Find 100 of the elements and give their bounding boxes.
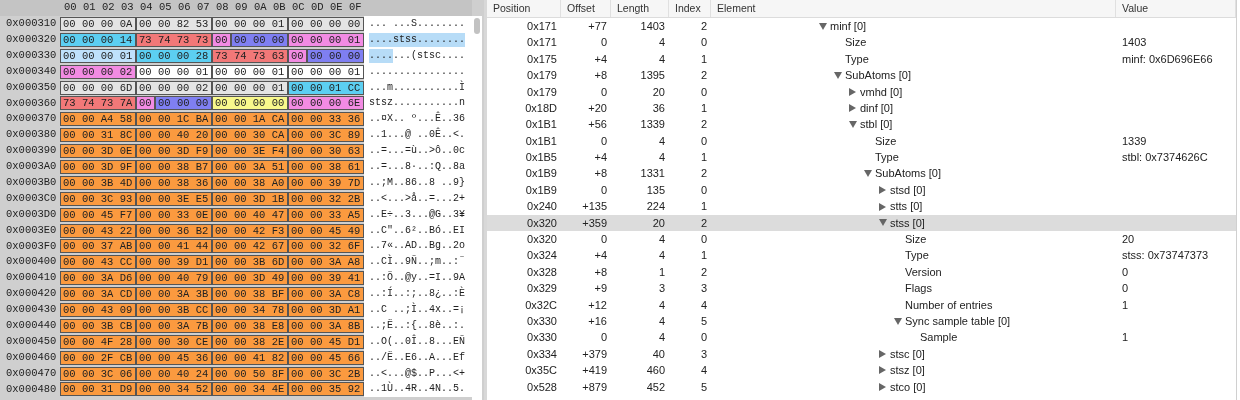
length-cell-text: 4: [658, 314, 665, 329]
offset-cell-text: +9: [594, 281, 607, 297]
index-cell-text: 2: [700, 166, 707, 182]
collapsed-triangle-icon[interactable]: [879, 366, 886, 375]
index-cell-text: 0: [700, 133, 707, 149]
column-header[interactable]: Value: [1122, 0, 1149, 17]
row-address: 0x000310: [5, 16, 58, 32]
scrollbar[interactable]: [472, 16, 482, 400]
table-row[interactable]: 0x1B1 0 4 0 Size 1339: [487, 132, 1236, 150]
column-header[interactable]: Offset: [567, 0, 595, 17]
ascii-text: ..:Í..:;..8¿..:È: [369, 287, 465, 302]
table-row[interactable]: 0x1B5 +4 4 1 Type stbl: 0x7374626C: [487, 149, 1236, 166]
offset-cell-text: +4: [594, 150, 607, 166]
position-cell-text: 0x32C: [525, 297, 557, 313]
table-row[interactable]: 0x334 +379 40 3 stsc [0]: [487, 345, 1236, 363]
table-row[interactable]: 0x179 0 20 0 vmhd [0]: [487, 83, 1236, 100]
hex-bytes: 00 00 A4 58: [60, 112, 136, 127]
hex-bytes: 00 00 38 A0: [212, 175, 288, 190]
expanded-triangle-icon[interactable]: [819, 22, 827, 30]
offset-cell-text: 0: [600, 84, 607, 100]
table-row[interactable]: 0x330 +16 4 5 Sync sample table [0]: [487, 313, 1236, 330]
column-header[interactable]: Length: [617, 0, 650, 17]
position-cell-text: 0x171: [527, 18, 557, 34]
length-cell-text: 4: [658, 133, 665, 149]
column-header: 06: [178, 0, 192, 16]
collapsed-triangle-icon[interactable]: [879, 350, 886, 358]
expanded-triangle-icon[interactable]: [834, 71, 842, 79]
position-cell-text: 0x328: [527, 264, 557, 280]
offset-cell-text: +359: [582, 215, 607, 231]
index-cell-text: 2: [700, 264, 707, 280]
table-row[interactable]: 0x179 +8 1395 2 SubAtoms [0]: [487, 67, 1236, 84]
hex-bytes: 00 00 3D 9F: [60, 159, 136, 174]
hex-bytes: 00 00 3E F4: [212, 144, 288, 159]
column-header[interactable]: Element: [717, 0, 756, 17]
column-header: 03: [121, 0, 135, 16]
hex-bytes: 00 00 43 22: [60, 223, 136, 238]
position-cell-text: 0x324: [527, 248, 557, 264]
column-header[interactable]: Index: [675, 0, 701, 17]
length-cell-text: 4: [658, 51, 665, 67]
table-row[interactable]: 0x171 +77 1403 2 minf [0]: [487, 18, 1236, 35]
table-row[interactable]: 0x1B9 0 135 0 stsd [0]: [487, 181, 1236, 199]
table-row[interactable]: 0x240 +135 224 1 stts [0]: [487, 198, 1236, 215]
table-row[interactable]: 0x324 +4 4 1 Type stss: 0x73747373: [487, 247, 1236, 264]
index-cell-text: 1: [700, 248, 707, 264]
hex-bytes: 00 00 45 66: [288, 350, 364, 365]
table-row[interactable]: 0x320 0 4 0 Size 20: [487, 231, 1236, 248]
row-address: 0x000460: [5, 349, 58, 365]
hex-bytes: 00 00 38 E8: [212, 318, 288, 333]
hex-bytes: 00 00 3C 06: [60, 366, 136, 381]
table-row[interactable]: 0x328 +8 1 2 Version 0: [487, 263, 1236, 281]
expanded-triangle-icon[interactable]: [864, 170, 872, 178]
hex-bytes: 00 00 33 36: [288, 112, 364, 127]
index-cell-text: 3: [700, 281, 707, 297]
ascii-text: ..¤X.. º...Ê..36: [369, 112, 465, 127]
hex-bytes: 00 00 00 01: [212, 64, 288, 79]
table-row[interactable]: 0x18D +20 36 1 dinf [0]: [487, 99, 1236, 117]
table-row[interactable]: 0x1B9 +8 1331 2 SubAtoms [0]: [487, 165, 1236, 182]
table-row[interactable]: 0x32C +12 4 4 Number of entries 1: [487, 296, 1236, 314]
expanded-triangle-icon[interactable]: [894, 317, 902, 325]
length-cell-text: 36: [652, 100, 665, 116]
table-row[interactable]: 0x175 +4 4 1 Type minf: 0x6D696E66: [487, 50, 1236, 68]
scrollbar-thumb[interactable]: [474, 18, 480, 34]
index-cell-text: 2: [700, 117, 707, 133]
length-cell-text: 1331: [640, 166, 665, 182]
hex-bytes: 00 00 3A 8B: [288, 318, 364, 333]
column-header[interactable]: Position: [493, 0, 531, 17]
collapsed-triangle-icon[interactable]: [849, 87, 856, 96]
column-header: 00: [64, 0, 78, 16]
collapsed-triangle-icon[interactable]: [879, 382, 886, 391]
table-row[interactable]: 0x320 +359 20 2 stss [0]: [487, 214, 1236, 232]
table-row[interactable]: 0x171 0 4 0 Size 1403: [487, 34, 1236, 51]
collapsed-triangle-icon[interactable]: [879, 186, 886, 195]
ascii-text: ..1Ù..4R..4N..5.: [369, 382, 465, 397]
expanded-triangle-icon[interactable]: [879, 219, 887, 227]
hex-bytes: 00 00 3A 7B: [136, 318, 212, 333]
value-cell-text: 1339: [1122, 133, 1147, 149]
collapsed-triangle-icon[interactable]: [879, 202, 886, 211]
hex-bytes: 00 00 39 41: [288, 271, 364, 286]
element-name: Size: [875, 133, 897, 149]
collapsed-triangle-icon[interactable]: [849, 104, 856, 113]
length-cell-text: 1: [658, 264, 665, 280]
ascii-text: ..=...8·..:Q..8a: [369, 159, 465, 174]
length-cell-text: 3: [658, 281, 665, 297]
offset-cell-text: +77: [588, 18, 607, 34]
table-row[interactable]: 0x528 +879 452 5 stco [0]: [487, 378, 1236, 395]
table-row[interactable]: 0x329 +9 3 3 Flags 0: [487, 280, 1236, 297]
position-cell-text: 0x330: [527, 314, 557, 329]
table-row[interactable]: 0x35C +419 460 4 stsz [0]: [487, 362, 1236, 379]
table-row[interactable]: 0x1B1 +56 1339 2 stbl [0]: [487, 116, 1236, 133]
table-row[interactable]: 0x330 0 4 0 Sample 1: [487, 329, 1236, 346]
position-cell-text: 0x179: [527, 84, 557, 100]
hex-bytes: 00 00 36 B2: [136, 223, 212, 238]
row-address: 0x000440: [5, 318, 58, 333]
expanded-triangle-icon[interactable]: [849, 121, 857, 129]
row-address: 0x000420: [5, 286, 58, 302]
hex-bytes: 00 00 33 A5: [288, 207, 364, 222]
index-cell-text: 4: [700, 297, 707, 313]
offset-cell-text: +8: [594, 166, 607, 182]
column-header: 0A: [254, 0, 268, 16]
column-header: 08: [216, 0, 230, 16]
